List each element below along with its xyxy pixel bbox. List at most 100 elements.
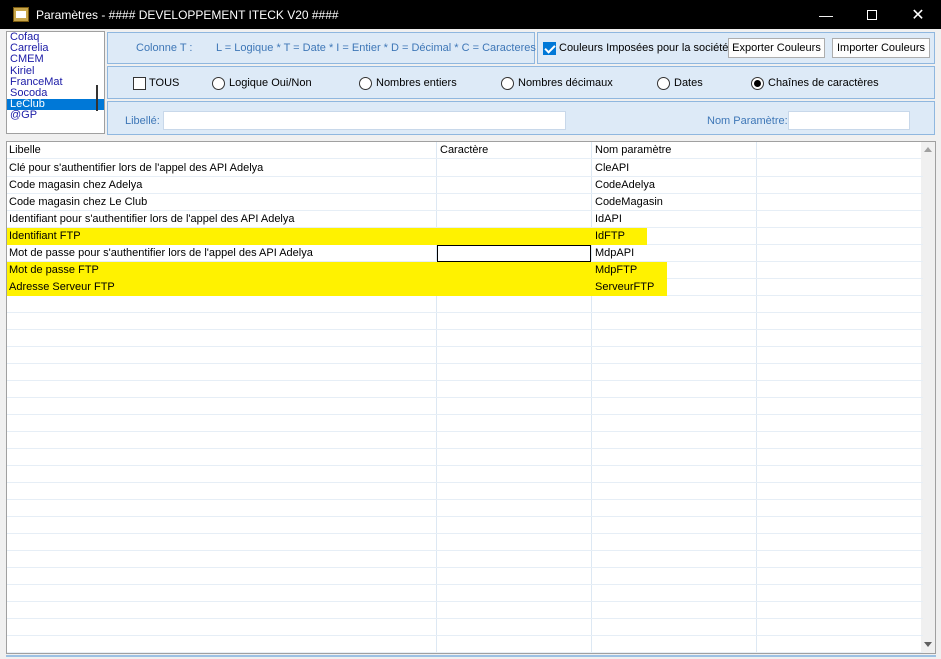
table-row[interactable]	[7, 381, 923, 398]
header-nom-parametre[interactable]: Nom paramètre	[593, 142, 755, 159]
cell-libelle[interactable]: Code magasin chez Adelya	[7, 177, 435, 194]
grid-vertical-scrollbar[interactable]	[921, 142, 935, 653]
close-button[interactable]: ✕	[895, 0, 941, 29]
radio-chaines[interactable]	[751, 77, 764, 90]
cell-nom[interactable]: IdFTP	[593, 228, 755, 245]
radio-logique[interactable]	[212, 77, 225, 90]
table-row[interactable]	[7, 415, 923, 432]
window-title: Paramètres - #### DEVELOPPEMENT ITECK V2…	[36, 8, 339, 22]
cell-nom[interactable]: CodeAdelya	[593, 177, 755, 194]
scroll-up-icon[interactable]	[924, 147, 932, 152]
company-item[interactable]: @GP	[7, 110, 104, 121]
cell-libelle[interactable]: Adresse Serveur FTP	[7, 279, 435, 296]
table-row[interactable]: Identifiant FTP IdFTP	[7, 228, 923, 245]
table-row[interactable]: Code magasin chez Adelya CodeAdelya	[7, 177, 923, 194]
minimize-icon: —	[819, 6, 833, 23]
table-row[interactable]: Adresse Serveur FTP ServeurFTP	[7, 279, 923, 296]
bottom-border	[6, 655, 936, 657]
close-icon: ✕	[911, 6, 925, 24]
cell-libelle[interactable]: Mot de passe FTP	[7, 262, 435, 279]
radio-decimaux[interactable]	[501, 77, 514, 90]
libelle-search-input[interactable]	[163, 111, 566, 130]
table-row[interactable]	[7, 636, 923, 653]
parameters-grid[interactable]: Libelle Caractère Nom paramètre Clé pour…	[6, 141, 936, 654]
cell-libelle[interactable]: Identifiant FTP	[7, 228, 435, 245]
title-bar: Paramètres - #### DEVELOPPEMENT ITECK V2…	[0, 0, 941, 29]
cell-caractere[interactable]	[438, 160, 590, 177]
colors-panel: Couleurs Imposées pour la société Export…	[537, 32, 935, 64]
imposed-colors-label[interactable]: Couleurs Imposées pour la société	[559, 42, 728, 54]
table-row[interactable]	[7, 602, 923, 619]
table-row[interactable]	[7, 619, 923, 636]
cell-libelle[interactable]: Clé pour s'authentifier lors de l'appel …	[7, 160, 435, 177]
cell-nom[interactable]: ServeurFTP	[593, 279, 755, 296]
table-row[interactable]	[7, 568, 923, 585]
radio-dates-label[interactable]: Dates	[674, 77, 703, 89]
cell-caractere[interactable]	[438, 262, 590, 279]
radio-chaines-label[interactable]: Chaînes de caractères	[768, 77, 879, 89]
cell-caractere[interactable]	[438, 211, 590, 228]
table-row[interactable]: Clé pour s'authentifier lors de l'appel …	[7, 160, 923, 177]
cell-caractere[interactable]	[438, 279, 590, 296]
table-row[interactable]	[7, 551, 923, 568]
maximize-button[interactable]	[849, 0, 895, 29]
table-row[interactable]	[7, 330, 923, 347]
cell-caractere[interactable]	[438, 177, 590, 194]
table-row[interactable]	[7, 483, 923, 500]
cell-nom[interactable]: IdAPI	[593, 211, 755, 228]
table-row[interactable]	[7, 398, 923, 415]
imposed-colors-checkbox[interactable]	[543, 42, 556, 55]
import-colors-button[interactable]: Importer Couleurs	[832, 38, 930, 58]
table-row[interactable]	[7, 517, 923, 534]
radio-entiers[interactable]	[359, 77, 372, 90]
table-row[interactable]	[7, 432, 923, 449]
table-row[interactable]: Mot de passe FTP MdpFTP	[7, 262, 923, 279]
cell-libelle[interactable]: Mot de passe pour s'authentifier lors de…	[7, 245, 435, 262]
table-row[interactable]	[7, 296, 923, 313]
cell-libelle[interactable]: Code magasin chez Le Club	[7, 194, 435, 211]
company-item[interactable]: CMEM	[7, 54, 104, 65]
radio-logique-label[interactable]: Logique Oui/Non	[229, 77, 312, 89]
export-colors-button[interactable]: Exporter Couleurs	[728, 38, 825, 58]
search-panel: Libellé: Nom Paramètre:	[107, 101, 935, 135]
maximize-icon	[867, 9, 877, 20]
cell-caractere[interactable]	[438, 228, 590, 245]
nom-search-label: Nom Paramètre:	[707, 115, 788, 127]
header-caractere[interactable]: Caractère	[438, 142, 590, 159]
cell-caractere[interactable]	[438, 194, 590, 211]
table-row[interactable]	[7, 347, 923, 364]
tous-checkbox[interactable]	[133, 77, 146, 90]
column-legend-panel: Colonne T : L = Logique * T = Date * I =…	[107, 32, 536, 64]
header-libelle[interactable]: Libelle	[7, 142, 435, 159]
list-scroll-thumb[interactable]	[96, 85, 98, 111]
nom-search-input[interactable]	[788, 111, 910, 130]
table-row[interactable]	[7, 364, 923, 381]
cell-nom[interactable]: MdpAPI	[593, 245, 755, 262]
company-list[interactable]: Cofaq Carrelia CMEM Kiriel FranceMat Socoda Le…	[6, 31, 105, 134]
radio-entiers-label[interactable]: Nombres entiers	[376, 77, 457, 89]
cell-nom[interactable]: CodeMagasin	[593, 194, 755, 211]
table-row[interactable]	[7, 500, 923, 517]
type-filter-panel: TOUS Logique Oui/Non Nombres entiers Nom…	[107, 66, 935, 99]
cell-nom[interactable]: CleAPI	[593, 160, 755, 177]
table-row[interactable]	[7, 449, 923, 466]
cell-libelle[interactable]: Identifiant pour s'authentifier lors de …	[7, 211, 435, 228]
table-row[interactable]: Identifiant pour s'authentifier lors de …	[7, 211, 923, 228]
table-row[interactable]: Mot de passe pour s'authentifier lors de…	[7, 245, 923, 262]
table-row[interactable]	[7, 585, 923, 602]
radio-dates[interactable]	[657, 77, 670, 90]
cell-nom[interactable]: MdpFTP	[593, 262, 755, 279]
scroll-down-icon[interactable]	[924, 642, 932, 647]
app-icon	[13, 7, 29, 22]
column-legend-text: L = Logique * T = Date * I = Entier * D …	[216, 42, 536, 54]
table-row[interactable]: Code magasin chez Le Club CodeMagasin	[7, 194, 923, 211]
column-legend-label: Colonne T :	[136, 42, 193, 54]
radio-decimaux-label[interactable]: Nombres décimaux	[518, 77, 613, 89]
minimize-button[interactable]: —	[803, 0, 849, 29]
tous-label[interactable]: TOUS	[149, 77, 179, 89]
table-row[interactable]	[7, 534, 923, 551]
table-row[interactable]	[7, 313, 923, 330]
table-row[interactable]	[7, 653, 923, 654]
cell-editor[interactable]	[437, 245, 591, 262]
table-row[interactable]	[7, 466, 923, 483]
